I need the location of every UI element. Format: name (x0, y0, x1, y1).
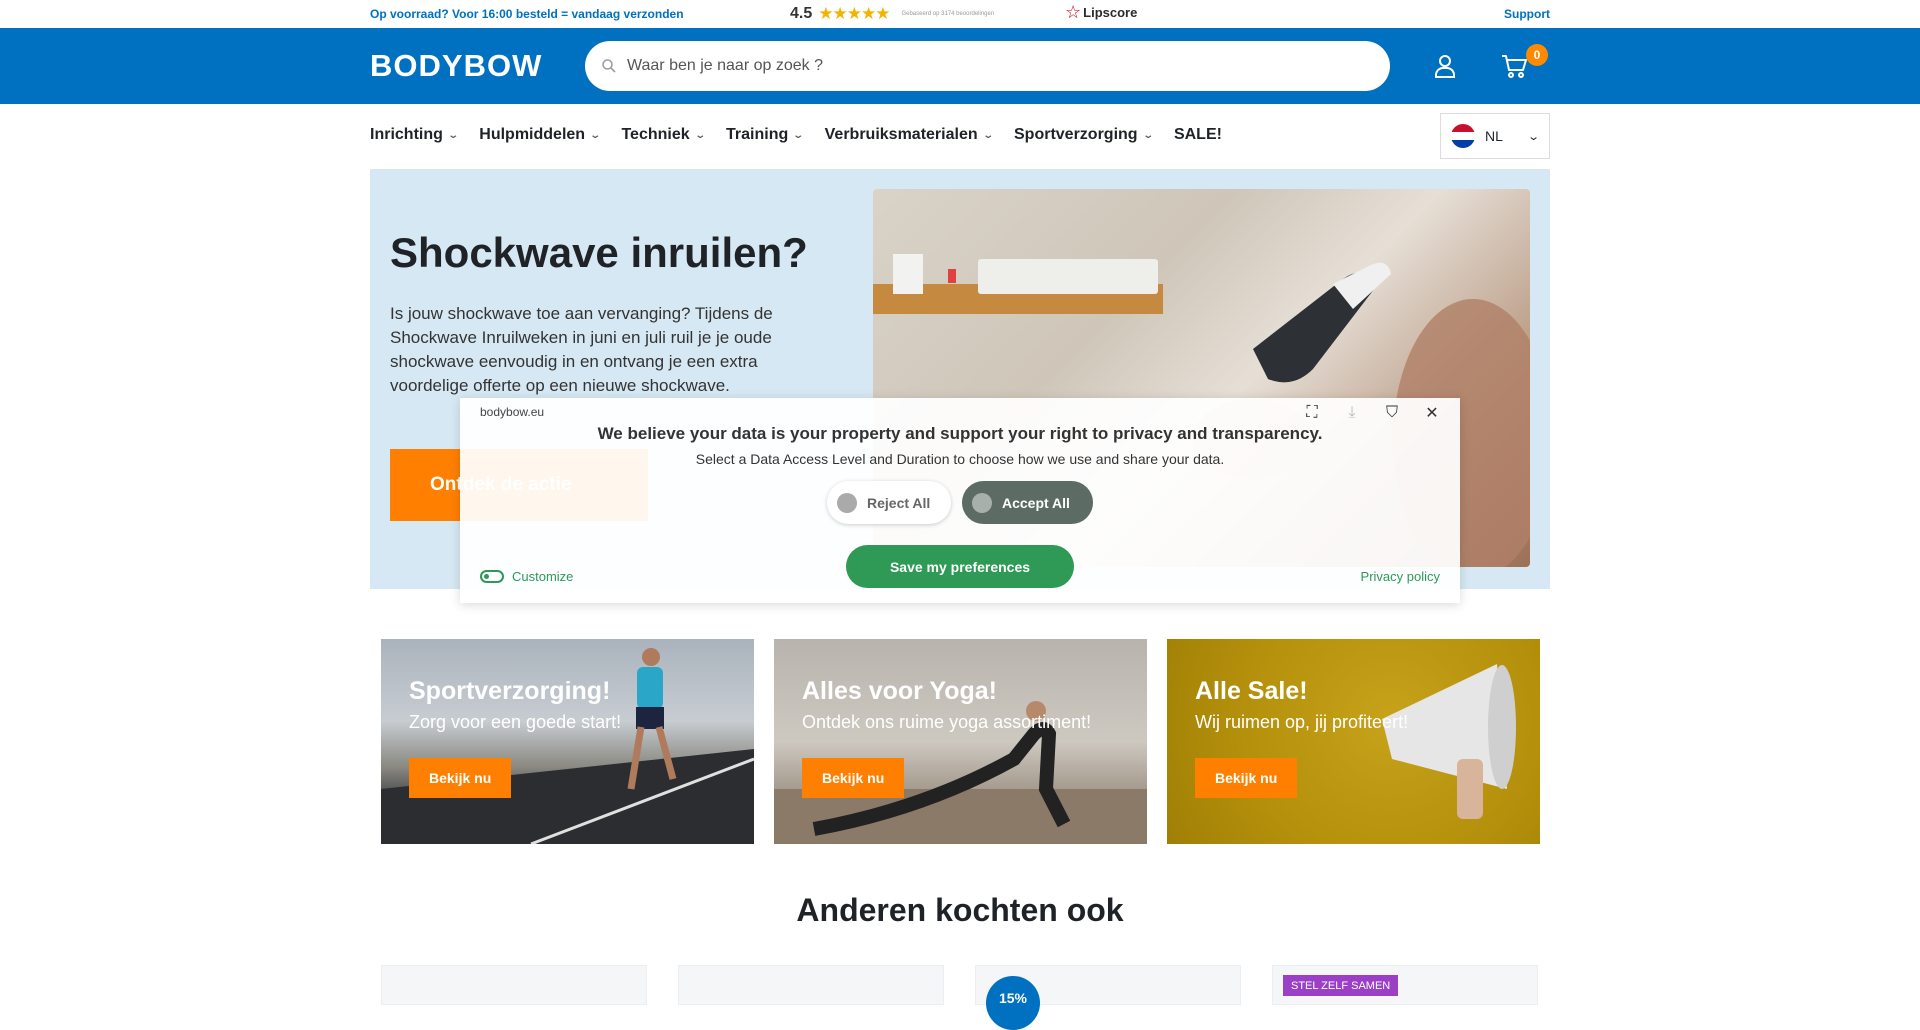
toggle-icon (480, 570, 504, 583)
product-card[interactable]: STEL ZELF SAMEN (1272, 965, 1538, 1005)
lipscore-label: Lipscore (1083, 4, 1138, 20)
consent-domain: bodybow.eu (480, 405, 545, 419)
product-card[interactable]: 15% (975, 965, 1241, 1030)
search-bar[interactable] (585, 41, 1390, 91)
customize-toggle[interactable]: Customize (480, 569, 573, 584)
nav-item-training[interactable]: Training ⌄ (726, 126, 805, 144)
nav-item-label: SALE! (1173, 126, 1222, 143)
shipping-notice: Op voorraad? Voor 16:00 besteld = vandaa… (370, 7, 684, 21)
account-icon[interactable] (1432, 53, 1458, 79)
rating-stars-icon: ★★★★★ (818, 4, 890, 23)
product-card[interactable] (678, 965, 944, 1005)
chevron-down-icon: ⌄ (447, 129, 459, 141)
runner-illustration (381, 648, 754, 844)
hero-text: Is jouw shockwave toe aan vervanging? Ti… (390, 304, 773, 395)
tile-title: Alle Sale! (1195, 677, 1308, 705)
tile-button[interactable]: Bekijk nu (1195, 758, 1298, 798)
radio-dot-icon (837, 492, 857, 513)
download-icon[interactable]: ⤓ (1342, 403, 1362, 423)
nav-item-label: Sportverzorging (1014, 126, 1138, 143)
hero-title: Shockwave inruilen? (390, 229, 808, 276)
search-input[interactable] (627, 57, 1367, 75)
yoga-illustration (774, 701, 1147, 844)
promo-tile-sportverzorging[interactable]: Sportverzorging! Zorg voor een goede sta… (381, 639, 754, 844)
discount-badge: 15% (986, 976, 1040, 1030)
tile-button[interactable]: Bekijk nu (802, 758, 905, 798)
nav-item-label: Training (726, 126, 789, 143)
nav-item-verbruiksmaterialen[interactable]: Verbruiksmaterialen ⌄ (824, 126, 994, 144)
nav-item-techniek[interactable]: Techniek ⌄ (621, 126, 706, 144)
consent-controls: ⛶ ⤓ ⛉ ✕ (1302, 403, 1442, 423)
nav-item-hulpmiddelen[interactable]: Hulpmiddelen ⌄ (479, 126, 602, 144)
support-link[interactable]: Support (1504, 7, 1550, 21)
close-icon[interactable]: ✕ (1422, 403, 1442, 423)
radio-dot-icon (972, 492, 992, 513)
language-label: NL (1485, 128, 1503, 144)
chevron-down-icon: ⌄ (1527, 130, 1540, 143)
netherlands-flag-icon (1451, 124, 1475, 148)
promo-tile-yoga[interactable]: Alles voor Yoga! Ontdek ons ruime yoga a… (774, 639, 1147, 844)
bodybow-logo[interactable]: BODYBOW (370, 48, 585, 84)
expand-icon[interactable]: ⛶ (1302, 403, 1322, 423)
accept-all-label: Accept All (1002, 494, 1070, 511)
nav-item-sale[interactable]: SALE! (1174, 126, 1222, 144)
chevron-down-icon: ⌄ (693, 129, 706, 141)
tile-tagline: Zorg voor een goede start! (409, 712, 622, 732)
consent-heading: We believe your data is your property an… (597, 424, 1323, 443)
top-bar: Op voorraad? Voor 16:00 besteld = vandaa… (0, 0, 1920, 28)
promo-tile-sale[interactable]: Alle Sale! Wij ruimen op, jij profiteert… (1167, 639, 1540, 844)
product-cards: 15% STEL ZELF SAMEN (381, 965, 1538, 1030)
cart-icon[interactable] (1500, 53, 1528, 79)
site-header: BODYBOW 0 (0, 28, 1920, 104)
save-preferences-button[interactable]: Save my preferences (846, 545, 1074, 588)
chevron-down-icon: ⌄ (589, 129, 602, 141)
rating-note: Gebaseerd op 3174 beoordelingen (901, 11, 995, 17)
tile-title: Alles voor Yoga! (802, 677, 997, 705)
tile-button[interactable]: Bekijk nu (409, 758, 512, 798)
nav-item-inrichting[interactable]: Inrichting ⌄ (370, 126, 459, 144)
promo-tiles: Sportverzorging! Zorg voor een goede sta… (381, 639, 1540, 844)
nav-item-sportverzorging[interactable]: Sportverzorging ⌄ (1014, 126, 1154, 144)
product-card[interactable] (381, 965, 647, 1005)
accept-all-button[interactable]: Accept All (962, 481, 1093, 524)
nav-item-label: Verbruiksmaterialen (824, 126, 978, 143)
chevron-down-icon: ⌄ (1141, 129, 1154, 141)
main-nav: Inrichting ⌄ Hulpmiddelen ⌄ Techniek ⌄ Trai… (0, 104, 1920, 166)
rating-widget[interactable]: 4.5 ★★★★★ Gebaseerd op 3174 beoordelinge… (790, 4, 994, 24)
tile-tagline: Wij ruimen op, jij profiteert! (1195, 712, 1409, 732)
section-title: Anderen kochten ook (796, 892, 1124, 928)
cookie-consent-dialog: bodybow.eu ⛶ ⤓ ⛉ ✕ We believe your data … (460, 398, 1460, 603)
nav-item-label: Hulpmiddelen (479, 126, 586, 143)
language-selector[interactable]: NL ⌄ (1440, 113, 1550, 159)
nav-item-label: Inrichting (370, 126, 443, 143)
privacy-policy-link[interactable]: Privacy policy (1361, 569, 1440, 584)
nav-item-label: Techniek (621, 126, 690, 143)
chevron-down-icon: ⌄ (981, 129, 994, 141)
reject-all-button[interactable]: Reject All (827, 481, 951, 524)
shield-icon[interactable]: ⛉ (1382, 403, 1402, 423)
megaphone-illustration (1382, 664, 1516, 819)
rating-score: 4.5 (790, 5, 813, 22)
chevron-down-icon: ⌄ (792, 129, 805, 141)
reject-all-label: Reject All (867, 494, 931, 511)
lipscore-logo[interactable]: ☆ Lipscore (1065, 2, 1138, 22)
tile-title: Sportverzorging! (409, 677, 611, 705)
tile-tagline: Ontdek ons ruime yoga assortiment! (802, 712, 1092, 732)
consent-subtext: Select a Data Access Level and Duration … (695, 451, 1225, 467)
cart-count-badge: 0 (1526, 44, 1548, 66)
customize-label: Customize (512, 569, 574, 584)
search-icon (602, 59, 616, 73)
lipscore-star-icon: ☆ (1065, 2, 1082, 22)
